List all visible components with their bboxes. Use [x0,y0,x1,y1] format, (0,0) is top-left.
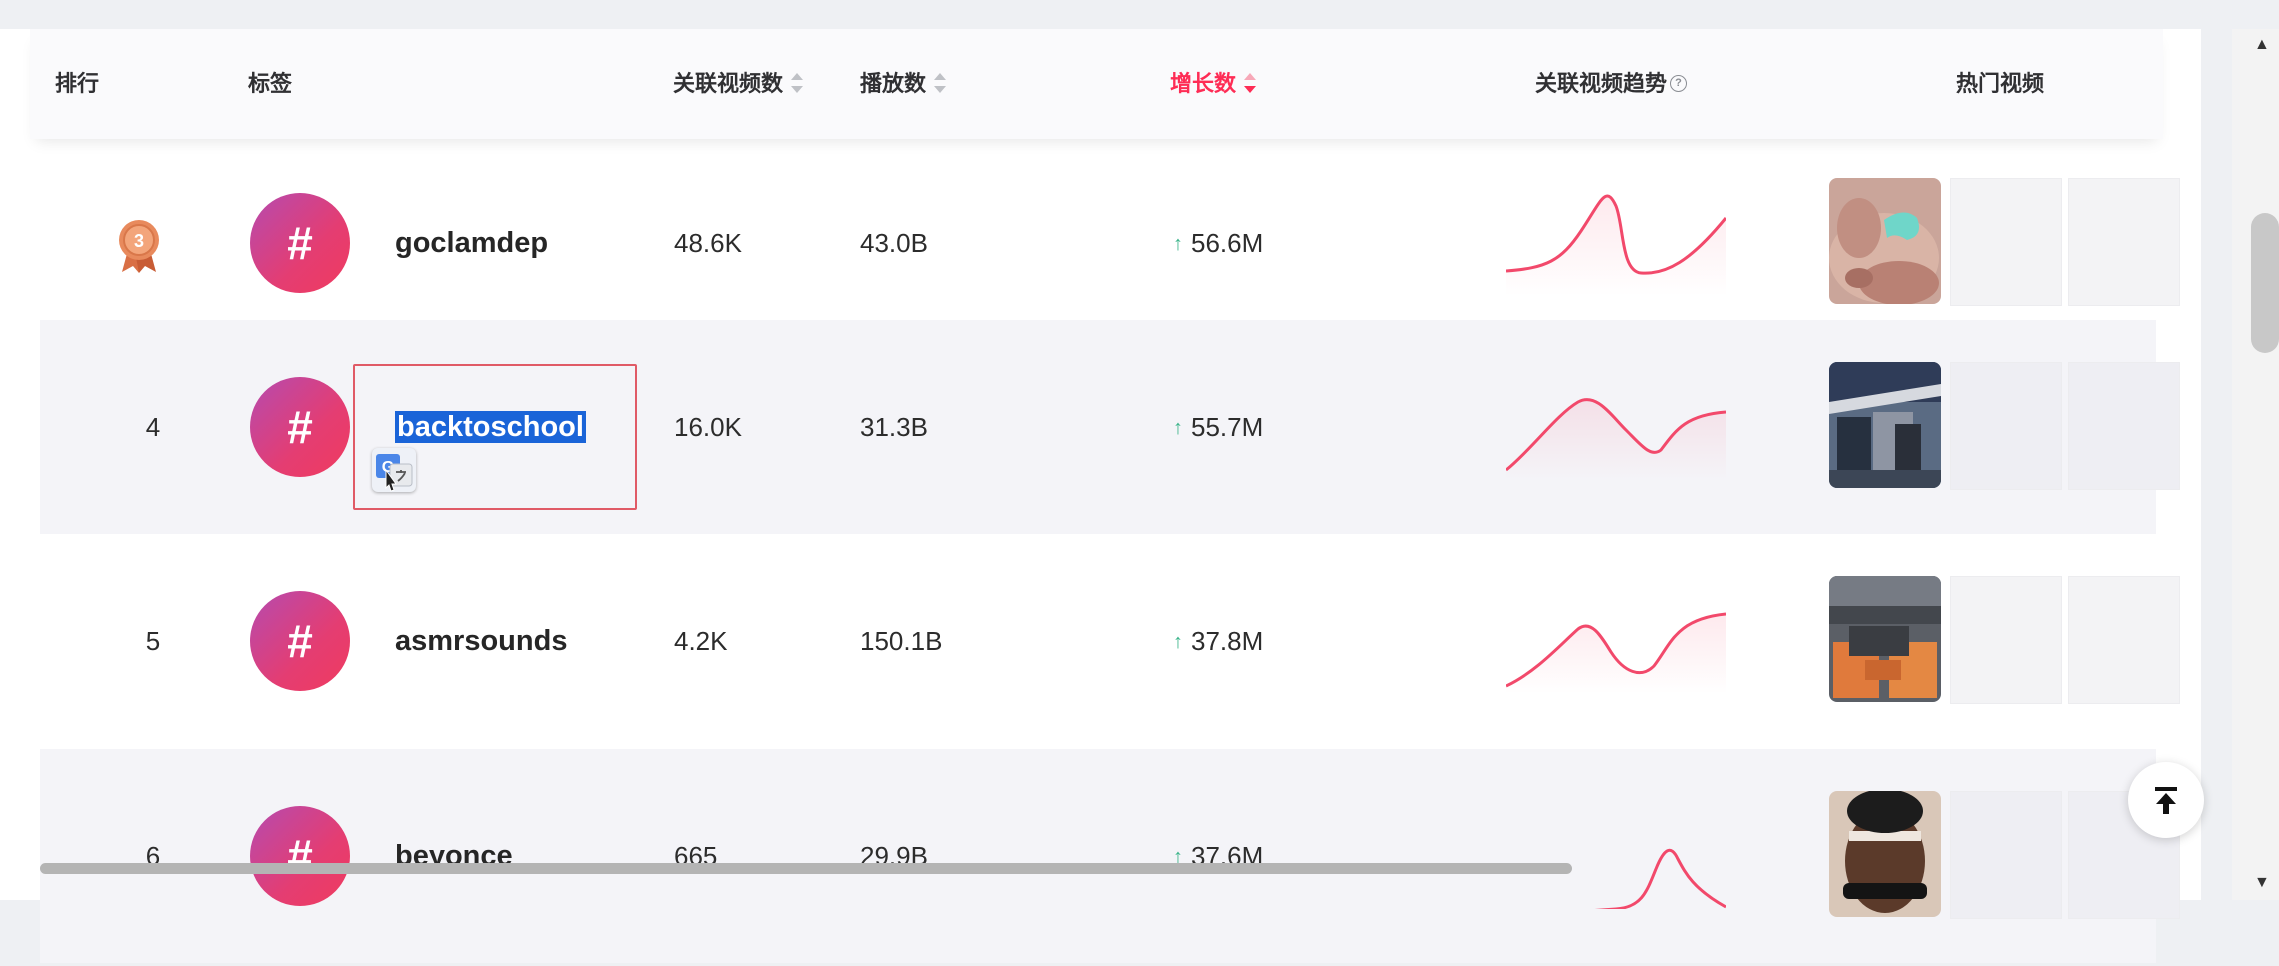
hot-video-placeholder[interactable] [2068,362,2180,490]
growth-value: 37.8M [1191,626,1264,656]
up-arrow-icon: ↑ [1173,417,1183,439]
horizontal-scrollbar-thumb[interactable] [40,863,1572,874]
header-hot-videos: 热门视频 [1956,29,2044,139]
sort-icon [934,72,947,94]
bronze-medal-icon: 3 [119,220,159,273]
hot-video-placeholder[interactable] [2068,576,2180,704]
vertical-scrollbar[interactable] [2232,29,2279,900]
table-header: 排行 标签 关联视频数 播放数 增长数 关联视频趋势? 热门视频 [30,29,2163,139]
hashtag-icon: # [250,806,350,906]
hot-video-placeholder[interactable] [2068,178,2180,306]
header-trend: 关联视频趋势? [1535,29,1688,139]
header-tag: 标签 [248,29,292,139]
table-row[interactable]: 3 # goclamdep 48.6K 43.0B ↑ 56.6M [40,136,2180,350]
back-to-top-button[interactable] [2128,762,2204,838]
header-trend-label: 关联视频趋势 [1535,71,1668,96]
growth-value: 56.6M [1191,228,1264,258]
plays-count: 150.1B [860,626,943,656]
header-hot-videos-label: 热门视频 [1956,71,2045,96]
related-videos-count: 48.6K [674,228,742,258]
sort-desc-icon [1244,72,1257,94]
svg-text:3: 3 [134,231,144,251]
ranking-panel: 排行 标签 关联视频数 播放数 增长数 关联视频趋势? 热门视频 3 # goc… [0,29,2201,963]
tag-link[interactable]: asmrsounds [395,534,567,748]
growth-count: ↑ 37.8M [1173,534,1263,751]
header-related-videos-label: 关联视频数 [673,71,784,96]
rank-number: 4 [145,412,161,442]
header-plays-sort[interactable]: 播放数 [860,29,947,139]
hot-video-thumbnail[interactable] [1829,791,1941,917]
related-videos-count: 16.0K [674,412,742,442]
related-videos-count: 4.2K [674,626,728,656]
table-row[interactable]: 5 # asmrsounds 4.2K 150.1B ↑ 37.8M [40,534,2180,751]
hashtag-icon: # [250,377,350,477]
google-translate-icon[interactable]: G [372,448,416,492]
header-growth-label: 增长数 [1170,71,1237,96]
sort-icon [791,72,804,94]
growth-count: ↑ 55.7M [1173,320,1263,537]
tag-link[interactable]: beyonce [395,749,513,963]
hot-video-thumbnail[interactable] [1829,362,1941,488]
header-rank: 排行 [55,29,99,139]
growth-count: ↑ 37.6M [1173,749,1263,966]
hot-video-thumbnail[interactable] [1829,576,1941,702]
plays-count: 29.9B [860,841,928,871]
rank-number: 6 [145,841,161,871]
hashtag-icon: # [250,193,350,293]
help-icon[interactable]: ? [1670,74,1688,92]
up-arrow-icon: ↑ [1173,233,1183,255]
hot-video-placeholder[interactable] [1950,362,2062,490]
plays-count: 43.0B [860,228,928,258]
related-videos-count: 665 [674,841,718,871]
hot-video-placeholder[interactable] [1950,576,2062,704]
hashtag-icon: # [250,591,350,691]
header-rank-label: 排行 [55,71,100,96]
hot-video-thumbnail[interactable] [1829,178,1941,304]
scroll-up-arrow[interactable]: ▲ [2254,36,2270,54]
trend-sparkline [1506,194,1726,296]
table-row[interactable]: 4 # backtoschool G 16.0K 31.3B ↑ 55.7M [40,320,2180,537]
scroll-down-arrow[interactable]: ▼ [2254,874,2270,892]
growth-value: 55.7M [1191,412,1264,442]
plays-count: 31.3B [860,412,928,442]
header-tag-label: 标签 [248,71,293,96]
header-related-videos-sort[interactable]: 关联视频数 [673,29,804,139]
trend-sparkline [1506,398,1726,480]
tag-link[interactable]: goclamdep [395,136,548,350]
header-plays-label: 播放数 [860,71,927,96]
selected-text[interactable]: backtoschool [395,411,586,443]
tag-link[interactable]: backtoschool [395,320,586,534]
trend-sparkline [1594,848,1726,909]
header-growth-sort[interactable]: 增长数 [1170,29,1257,139]
hot-video-placeholder[interactable] [1950,178,2062,306]
table-row[interactable]: 6 # beyonce 665 29.9B ↑ 37.6M [40,749,2180,966]
back-to-top-icon [2155,787,2177,814]
trend-sparkline [1506,612,1726,694]
rank-number: 5 [145,626,161,656]
up-arrow-icon: ↑ [1173,631,1183,653]
vertical-scrollbar-thumb[interactable] [2251,213,2279,353]
